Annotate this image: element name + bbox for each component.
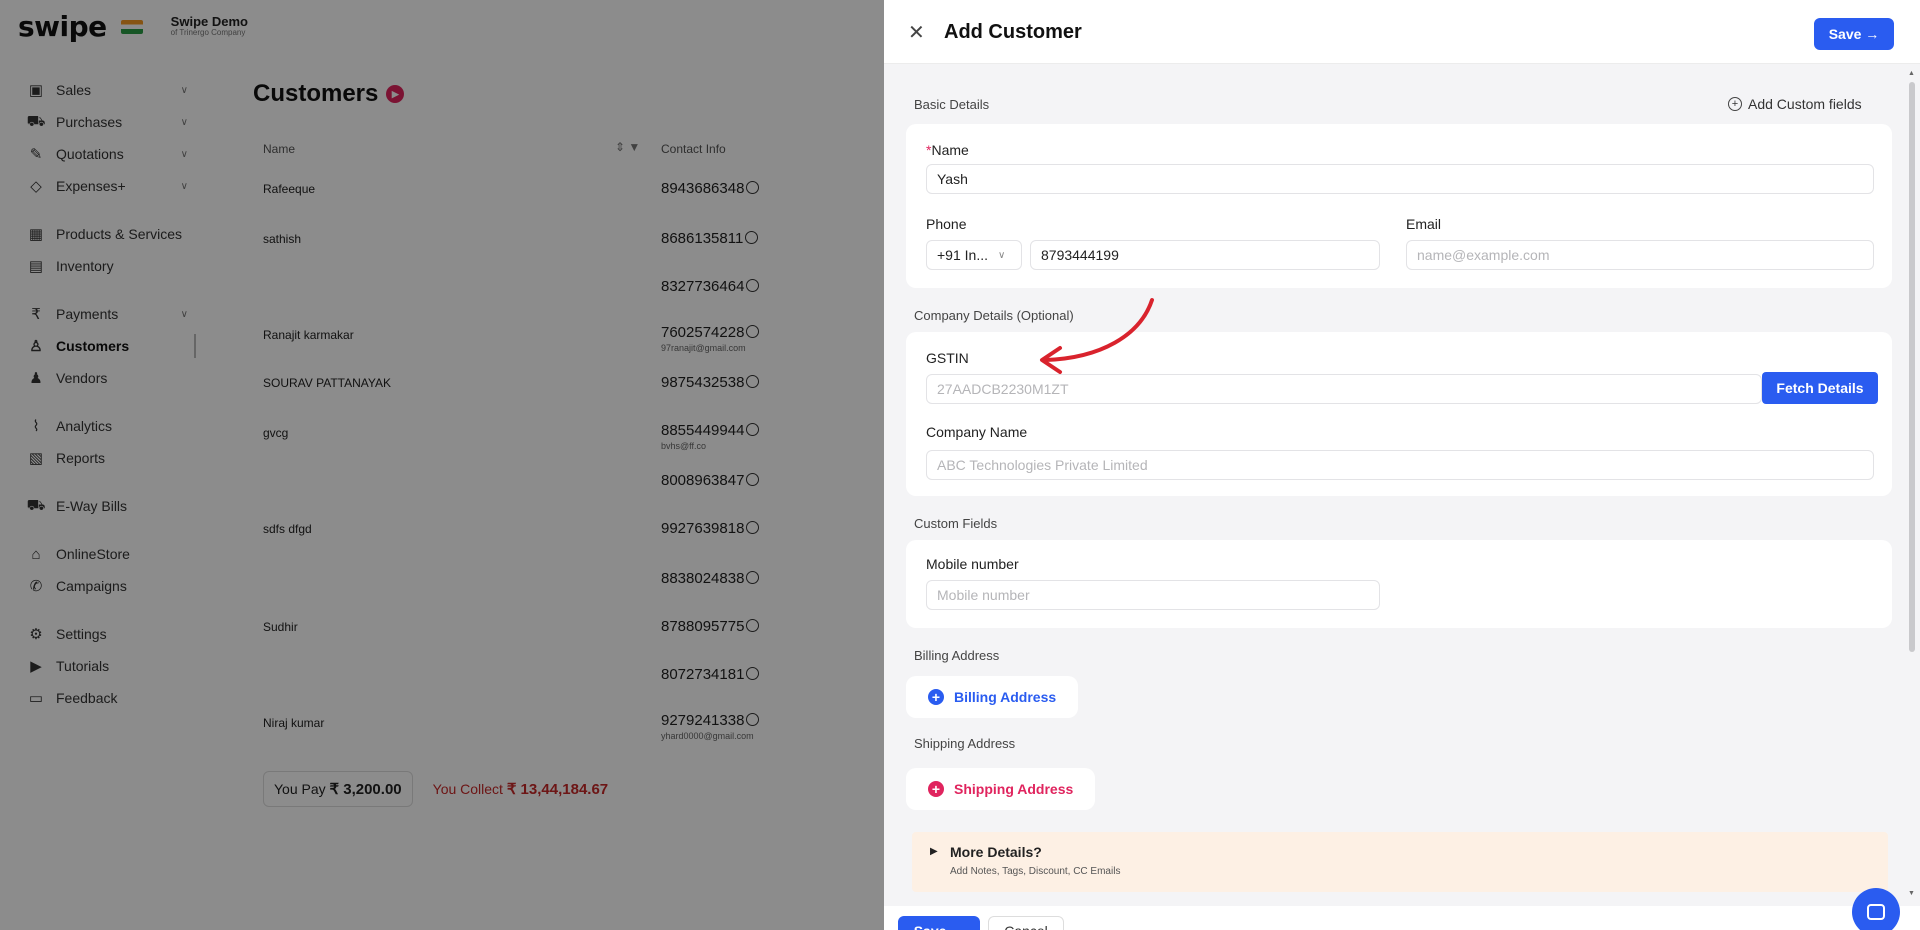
more-details-toggle[interactable]: ▶ More Details? Add Notes, Tags, Discoun… [912, 832, 1888, 892]
mobile-number-label: Mobile number [926, 556, 1019, 572]
custom-fields-heading: Custom Fields [914, 516, 998, 531]
company-details-card: GSTIN Fetch Details Company Name [906, 332, 1892, 496]
more-details-subtitle: Add Notes, Tags, Discount, CC Emails [950, 866, 1121, 877]
phone-input[interactable] [1030, 240, 1380, 270]
add-billing-address-button[interactable]: + Billing Address [906, 676, 1079, 718]
name-input[interactable] [926, 164, 1874, 194]
chat-bubble-icon [1867, 904, 1885, 920]
plus-circle-icon: + [928, 689, 944, 705]
name-label: *Name [926, 142, 969, 158]
modal-overlay[interactable] [0, 0, 884, 930]
add-customer-drawer: ✕ Add Customer Save → Basic Details + Ad… [884, 0, 1920, 930]
drawer-footer: Save → Cancel [884, 906, 1920, 930]
company-name-input[interactable] [926, 450, 1874, 480]
company-name-label: Company Name [926, 424, 1028, 440]
chat-support-button[interactable] [1852, 888, 1900, 930]
add-custom-fields-link[interactable]: + Add Custom fields [1728, 96, 1862, 112]
save-button[interactable]: Save → [1814, 18, 1894, 50]
add-shipping-address-button[interactable]: + Shipping Address [906, 768, 1096, 810]
email-input[interactable] [1406, 240, 1874, 270]
billing-address-label: Billing Address [954, 689, 1057, 705]
phone-label: Phone [926, 216, 967, 232]
footer-save-button[interactable]: Save → [898, 916, 980, 930]
drawer-header: ✕ Add Customer Save → [884, 0, 1920, 64]
fetch-details-button[interactable]: Fetch Details [1762, 372, 1878, 404]
shipping-address-label: Shipping Address [954, 781, 1074, 797]
more-details-title: More Details? [950, 844, 1042, 860]
drawer-title: Add Customer [944, 21, 1082, 43]
footer-cancel-button[interactable]: Cancel [988, 916, 1064, 930]
gstin-label: GSTIN [926, 350, 969, 366]
shipping-address-heading: Shipping Address [914, 736, 1016, 751]
chevron-down-icon: ∨ [998, 249, 1006, 261]
close-icon[interactable]: ✕ [908, 20, 925, 45]
country-short: In... [964, 247, 988, 263]
country-code: +91 [937, 247, 961, 263]
basic-details-card: *Name Phone +91 In... ∨ Email [906, 124, 1892, 288]
scroll-up-icon[interactable]: ▲ [1908, 70, 1915, 77]
mobile-number-input[interactable] [926, 580, 1380, 610]
scroll-thumb[interactable] [1909, 82, 1915, 652]
scroll-down-icon[interactable]: ▼ [1908, 890, 1915, 897]
plus-circle-icon: + [1728, 97, 1742, 111]
plus-circle-icon: + [928, 781, 944, 797]
basic-details-heading: Basic Details [914, 97, 990, 112]
add-custom-fields-label: Add Custom fields [1748, 96, 1862, 112]
custom-fields-card: Mobile number [906, 540, 1892, 628]
caret-right-icon: ▶ [930, 846, 938, 857]
email-label: Email [1406, 216, 1442, 232]
gstin-input[interactable] [926, 374, 1762, 404]
billing-address-heading: Billing Address [914, 648, 1000, 663]
country-code-select[interactable]: +91 In... ∨ [926, 240, 1022, 270]
company-details-heading: Company Details (Optional) [914, 308, 1074, 323]
drawer-scrollbar[interactable]: ▲ ▼ [1908, 70, 1916, 900]
